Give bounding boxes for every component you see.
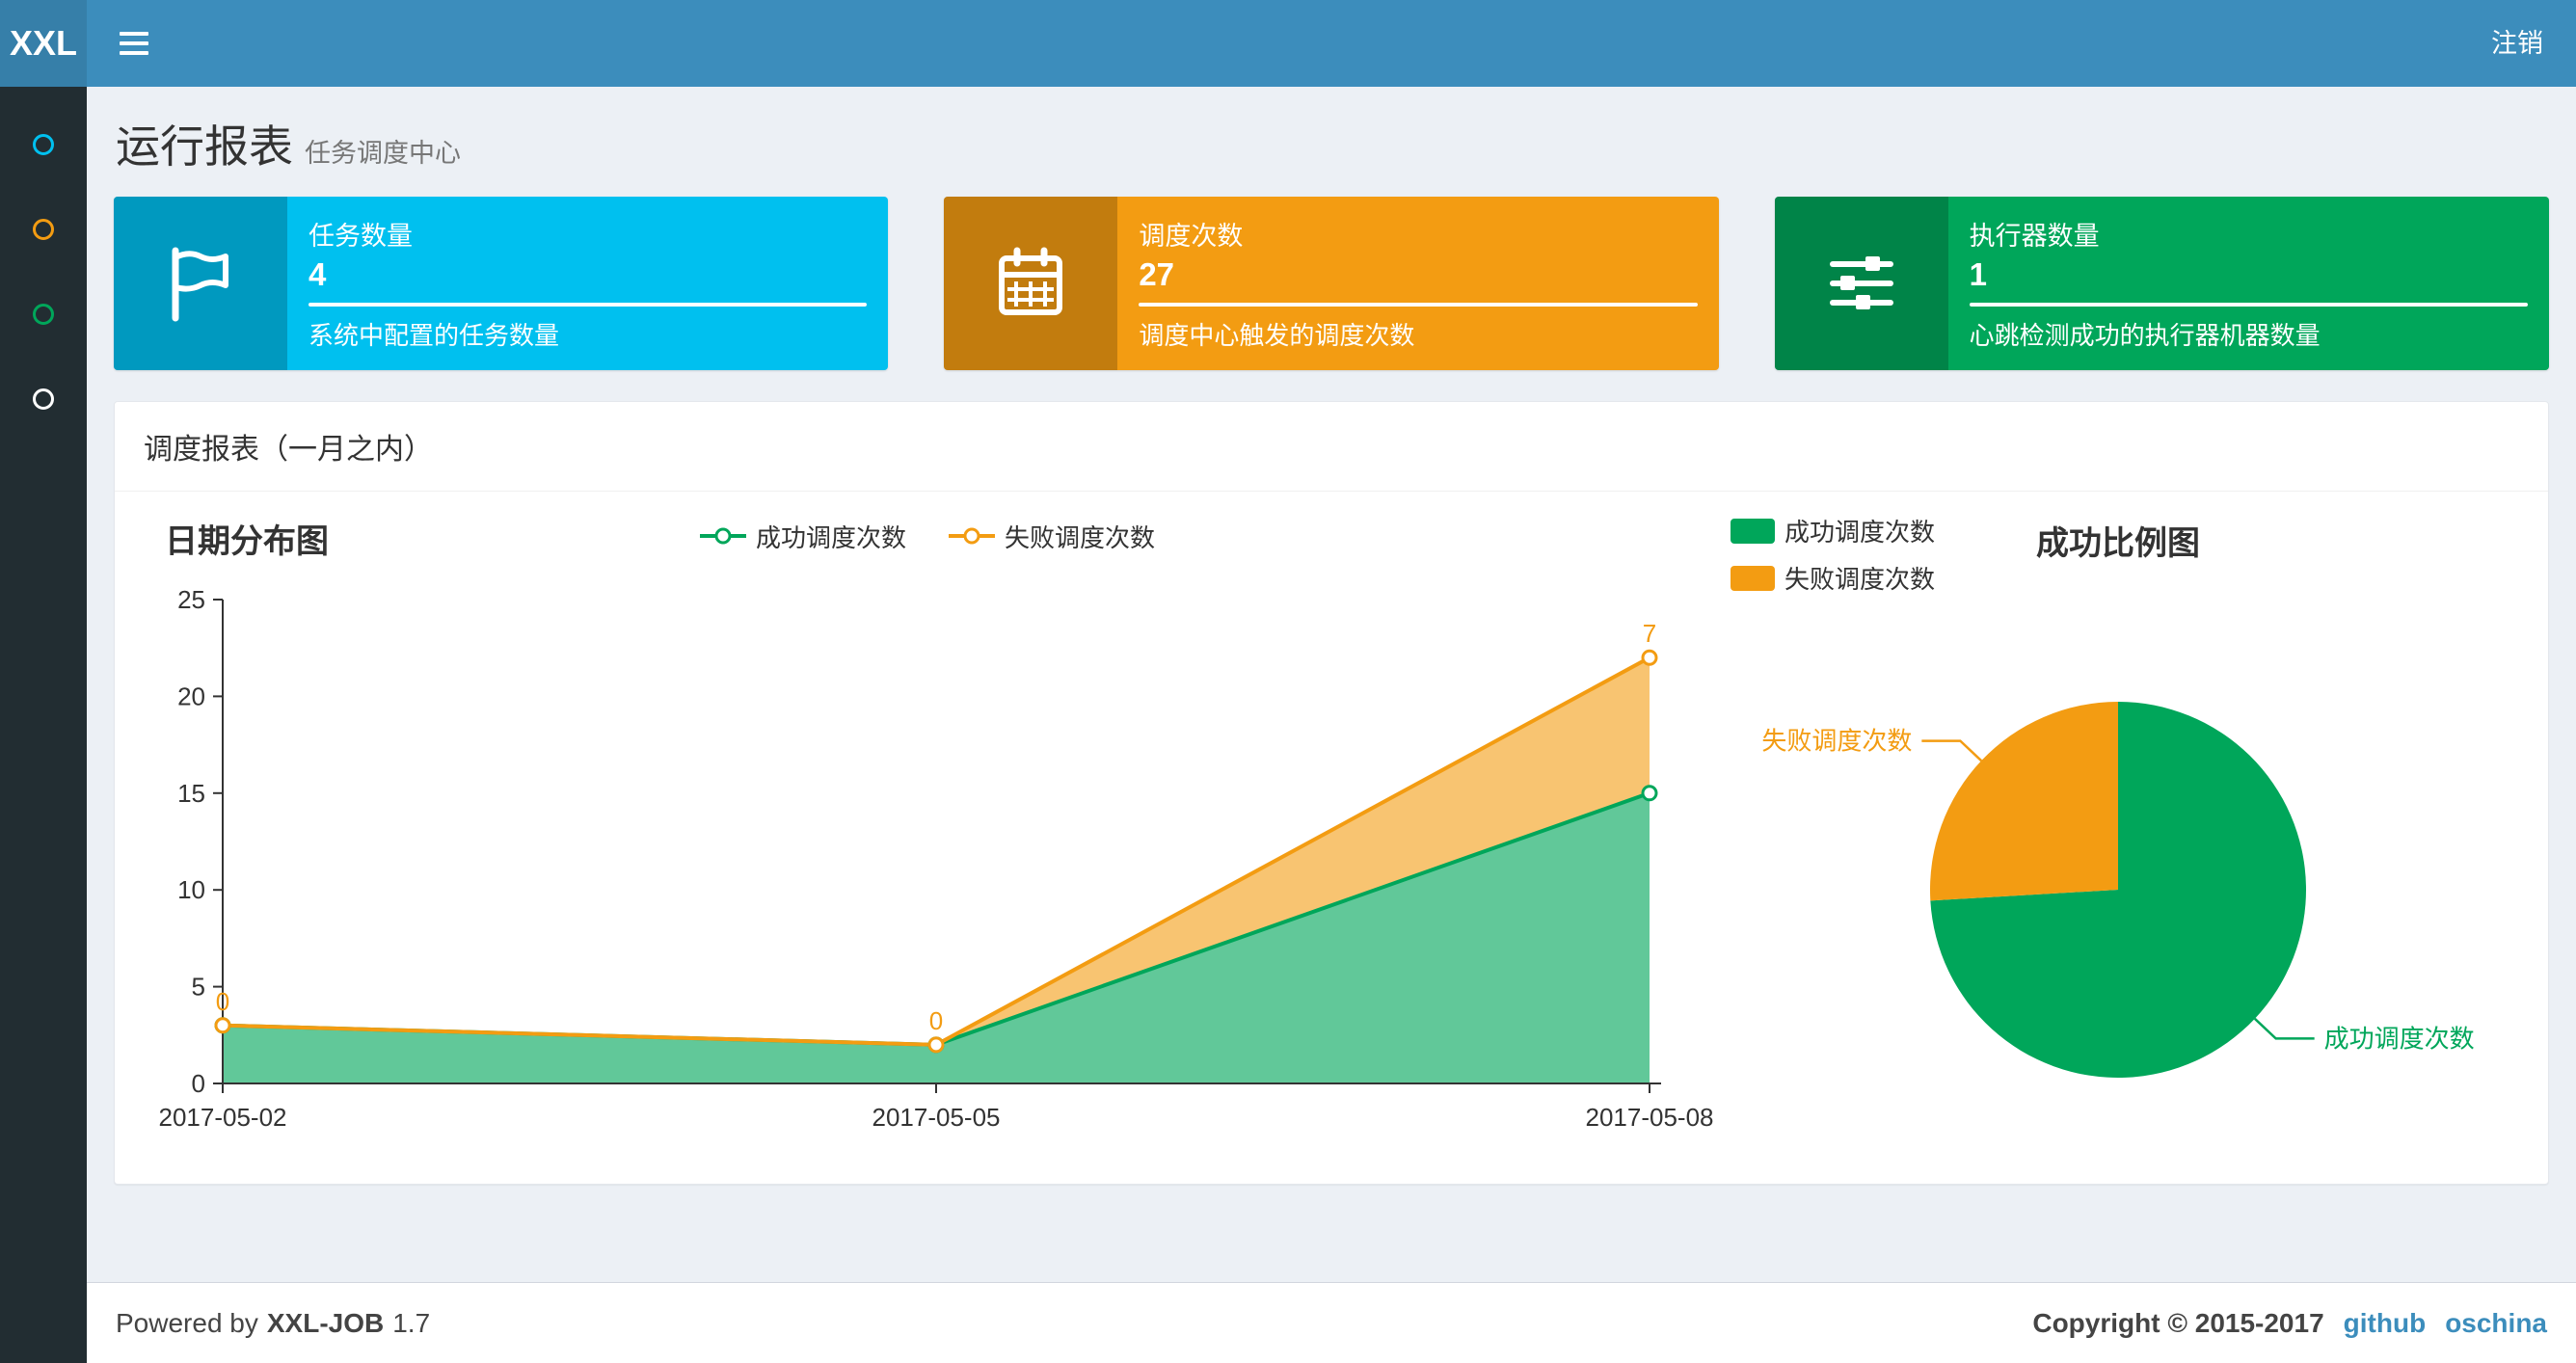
svg-text:2017-05-05: 2017-05-05 (872, 1103, 1001, 1132)
info-box-content: 调度次数 27 调度中心触发的调度次数 (1117, 197, 1718, 370)
product-name: XXL-JOB (266, 1307, 385, 1338)
page-subtitle: 任务调度中心 (305, 139, 461, 168)
sidebar-item-report[interactable] (0, 102, 87, 187)
navbar-main: 注销 (87, 0, 2576, 87)
powered-by: Powered by XXL-JOB 1.7 (116, 1308, 430, 1339)
app-logo[interactable]: XXL (0, 0, 87, 87)
info-box-title: 执行器数量 (1969, 222, 2100, 251)
sidebar-toggle-button[interactable] (87, 0, 181, 87)
info-box-value: 27 (1139, 256, 1175, 292)
svg-text:5: 5 (192, 973, 205, 1002)
pie-chart-title: 成功比例图 (2036, 525, 2200, 562)
info-box-description: 调度中心触发的调度次数 (1139, 321, 1415, 350)
progress-bar (309, 303, 868, 307)
svg-text:7: 7 (1643, 619, 1656, 648)
github-link[interactable]: github (2344, 1308, 2427, 1339)
progress-bar (1139, 303, 1698, 307)
success-ratio-chart: 成功调度次数 失败调度次数 成功比例图 成功调度次数 失败调度次数 (1713, 509, 2523, 1161)
flag-icon (114, 197, 287, 370)
circle-icon (33, 388, 54, 410)
svg-text:10: 10 (177, 875, 205, 904)
sidebar-item-job[interactable] (0, 187, 87, 272)
svg-text:15: 15 (177, 779, 205, 808)
legend-label: 失败调度次数 (1005, 522, 1156, 552)
legend-item-fail[interactable]: 失败调度次数 (1731, 560, 1935, 596)
copyright-text: Copyright © 2015-2017 (2032, 1307, 2324, 1338)
powered-by-text: Powered by (116, 1307, 258, 1338)
circle-icon (33, 219, 54, 240)
line-series-marker-icon (699, 527, 746, 545)
svg-text:成功调度次数: 成功调度次数 (2324, 1024, 2475, 1053)
legend-label: 失败调度次数 (1784, 565, 1936, 594)
version-text: 1.7 (392, 1307, 431, 1338)
legend-item-success[interactable]: 成功调度次数 (699, 519, 906, 554)
legend-item-fail[interactable]: 失败调度次数 (949, 519, 1155, 554)
line-chart-svg[interactable]: 05101520252017-05-02 2017-05-05 2017-05-08… (142, 563, 1714, 1161)
svg-text:0: 0 (192, 1069, 205, 1098)
line-chart-legend: 成功调度次数 失败调度次数 (699, 519, 1155, 554)
sidebar-item-help[interactable] (0, 357, 87, 441)
pie-series-marker-icon (1731, 565, 1775, 591)
sidebar-item-log[interactable] (0, 272, 87, 357)
sidebar (0, 87, 87, 1363)
svg-text:25: 25 (177, 585, 205, 614)
svg-text:20: 20 (177, 682, 205, 710)
info-box-content: 任务数量 4 系统中配置的任务数量 (287, 197, 888, 370)
svg-text:2017-05-02: 2017-05-02 (159, 1103, 287, 1132)
info-box-executors: 执行器数量 1 心跳检测成功的执行器机器数量 (1774, 197, 2549, 370)
content-header: 运行报表 任务调度中心 (87, 87, 2576, 175)
legend-label: 成功调度次数 (755, 522, 906, 552)
info-box-value: 1 (1969, 256, 1988, 292)
content-area: 运行报表 任务调度中心 任务数量 4 系统中配置的任务数量 调度次数 27 调度… (87, 87, 2576, 1282)
hamburger-icon (120, 32, 148, 36)
page-title: 运行报表 任务调度中心 (116, 121, 461, 172)
info-box-description: 心跳检测成功的执行器机器数量 (1969, 321, 2321, 350)
svg-text:0: 0 (929, 1006, 943, 1035)
panel-title: 调度报表（一月之内） (115, 402, 2548, 492)
svg-text:0: 0 (216, 987, 229, 1016)
info-box-value: 4 (309, 256, 327, 292)
pie-chart-svg[interactable]: 成功调度次数 失败调度次数 (1713, 509, 2523, 1145)
info-box-jobs: 任务数量 4 系统中配置的任务数量 (114, 197, 889, 370)
panel-body: 日期分布图 成功调度次数 失败调度次数 0 5 10 15 20 25 2017… (115, 492, 2548, 1184)
info-box-triggers: 调度次数 27 调度中心触发的调度次数 (944, 197, 1719, 370)
xxl-job-dashboard: XXL 注销 运行报表 任务调度中心 任务数量 4 系统中配置的任务数量 调度次… (0, 0, 2576, 1363)
svg-text:2017-05-08: 2017-05-08 (1586, 1103, 1714, 1132)
oschina-link[interactable]: oschina (2445, 1308, 2547, 1339)
copyright: Copyright © 2015-2017 github oschina (2032, 1308, 2547, 1339)
sliders-icon (1774, 197, 1948, 370)
footer: Powered by XXL-JOB 1.7 Copyright © 2015-… (87, 1282, 2576, 1363)
date-distribution-chart: 日期分布图 成功调度次数 失败调度次数 0 5 10 15 20 25 2017… (142, 509, 1714, 1161)
line-chart-title: 日期分布图 (165, 523, 329, 560)
circle-icon (33, 304, 54, 325)
info-box-content: 执行器数量 1 心跳检测成功的执行器机器数量 (1948, 197, 2549, 370)
top-navbar: XXL 注销 (0, 0, 2576, 87)
info-box-title: 调度次数 (1139, 222, 1244, 251)
info-box-title: 任务数量 (309, 222, 413, 251)
calendar-icon (944, 197, 1118, 370)
logout-link[interactable]: 注销 (2458, 0, 2576, 87)
svg-text:失败调度次数: 失败调度次数 (1761, 727, 1912, 756)
info-box-row: 任务数量 4 系统中配置的任务数量 调度次数 27 调度中心触发的调度次数 执行… (87, 197, 2576, 370)
line-series-marker-icon (949, 527, 995, 545)
progress-bar (1969, 303, 2528, 307)
report-panel: 调度报表（一月之内） 日期分布图 成功调度次数 失败调度次数 0 5 10 15… (114, 401, 2549, 1185)
info-box-description: 系统中配置的任务数量 (309, 321, 560, 350)
circle-icon (33, 134, 54, 155)
